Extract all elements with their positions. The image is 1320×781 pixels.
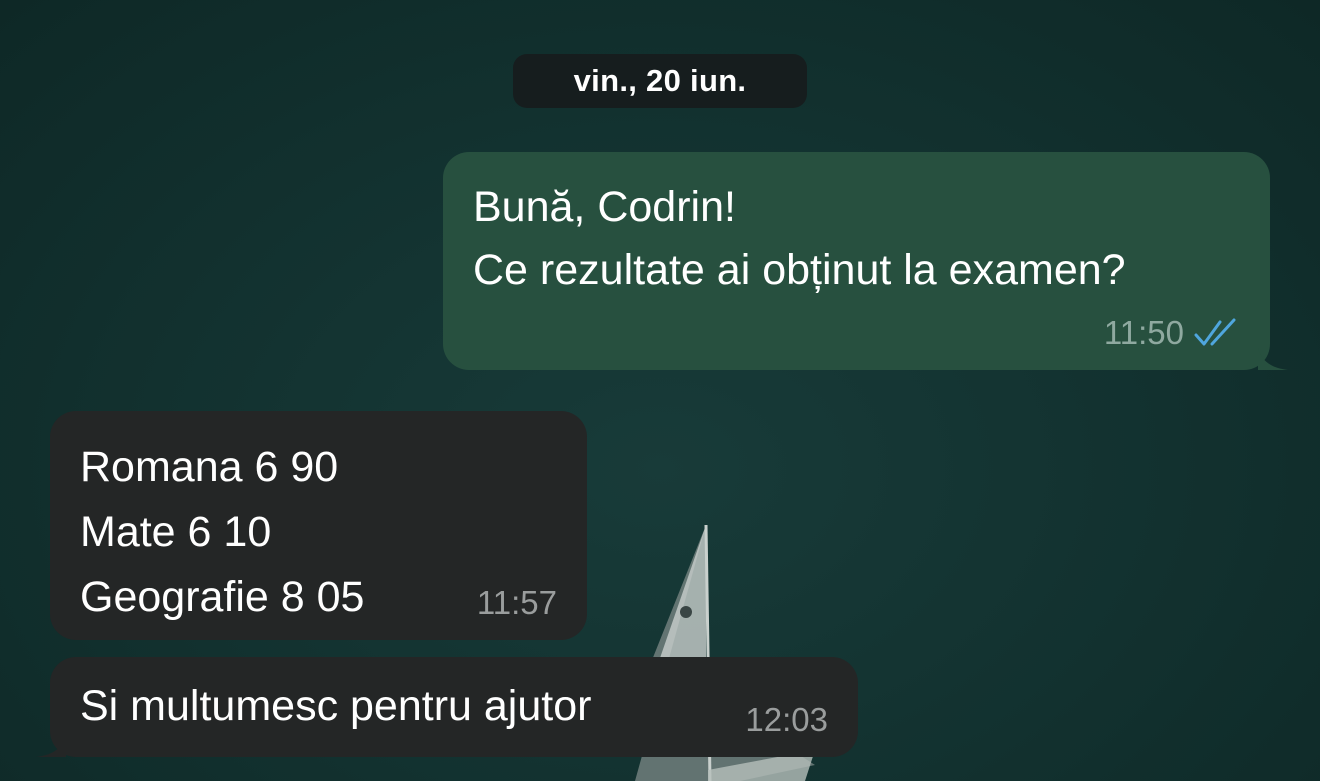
message-time: 12:03 xyxy=(745,701,828,738)
message-bubble-outgoing[interactable]: Bună, Codrin! Ce rezultate ai obținut la… xyxy=(443,152,1288,370)
bubble-tail xyxy=(36,735,66,757)
message-time: 11:50 xyxy=(1103,314,1184,351)
double-check-read-icon xyxy=(1194,318,1236,346)
message-meta: 11:50 xyxy=(1104,314,1242,352)
message-bubble-incoming[interactable]: Si multumesc pentru ajutor 12:03 xyxy=(36,657,858,757)
message-bubble-incoming[interactable]: Romana 6 90 Mate 6 10 Geografie 8 05 11:… xyxy=(50,411,587,640)
date-separator: vin., 20 iun. xyxy=(513,54,807,108)
message-text-line: Si multumesc pentru ajutor xyxy=(80,682,592,730)
message-text-line: Mate 6 10 xyxy=(80,508,272,556)
message-text-line: Ce rezultate ai obținut la examen? xyxy=(473,246,1126,294)
bubble-tail xyxy=(1258,348,1288,370)
message-text-line: Romana 6 90 xyxy=(80,443,339,491)
message-time: 11:57 xyxy=(476,584,557,621)
message-text-line: Bună, Codrin! xyxy=(473,183,736,231)
